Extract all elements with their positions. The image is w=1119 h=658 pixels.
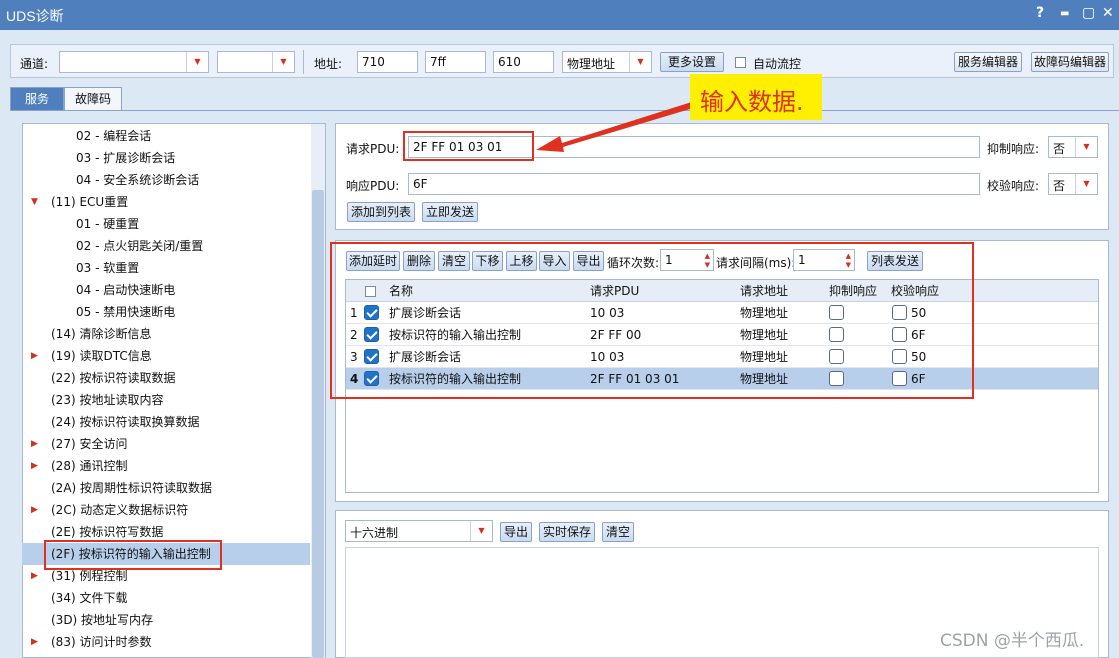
tree-item[interactable]: (24) 按标识符读取换算数据 (51, 411, 199, 433)
realtime-save-button[interactable]: 实时保存 (539, 522, 595, 542)
highlight-box-selected-service (44, 540, 222, 570)
annotation-text: 输入数据. (700, 88, 804, 116)
expand-right-icon[interactable]: ▶ (31, 499, 38, 521)
auto-flow-checkbox[interactable] (735, 57, 746, 68)
tree-item[interactable]: (23) 按地址读取内容 (51, 389, 163, 411)
expand-down-icon[interactable]: ▼ (31, 191, 38, 213)
tree-item[interactable]: 04 - 启动快速断电 (76, 279, 175, 301)
title-bar: UDS诊断 ? ▬ ▢ ✕ (0, 0, 1119, 30)
highlight-box-request-list (330, 242, 974, 399)
tree-item[interactable]: (2C) 动态定义数据标识符 (51, 499, 188, 521)
address-type-select[interactable]: 物理地址 ▼ (562, 51, 652, 73)
response-pdu-label: 响应PDU: (346, 179, 400, 193)
tab-dtc[interactable]: 故障码 (64, 87, 122, 110)
suppress-select[interactable]: 否 ▼ (1048, 136, 1098, 158)
window-title: UDS诊断 (6, 8, 64, 24)
suppress-label: 抑制响应: (987, 142, 1040, 156)
dtc-editor-button[interactable]: 故障码编辑器 (1031, 52, 1109, 72)
tree-item[interactable]: (27) 安全访问 (51, 433, 127, 455)
tree-scroll-thumb[interactable] (312, 190, 324, 658)
tree-item[interactable]: 03 - 软重置 (76, 257, 139, 279)
chevron-down-icon: ▼ (186, 52, 208, 72)
more-settings-button[interactable]: 更多设置 (660, 52, 724, 72)
expand-right-icon[interactable]: ▶ (31, 433, 38, 455)
tree-item[interactable]: (28) 通讯控制 (51, 455, 127, 477)
highlight-box-request-pdu (403, 131, 534, 161)
tree-item[interactable]: (14) 清除诊断信息 (51, 323, 151, 345)
expand-right-icon[interactable]: ▶ (31, 631, 38, 653)
tree-item[interactable]: (11) ECU重置 (51, 191, 128, 213)
chevron-down-icon: ▼ (470, 521, 492, 541)
tree-item[interactable]: 01 - 硬重置 (76, 213, 139, 235)
expand-right-icon[interactable]: ▶ (31, 565, 38, 587)
divider (303, 50, 304, 74)
tree-item[interactable]: (19) 读取DTC信息 (51, 345, 152, 367)
annotation-arrow (536, 100, 700, 152)
tree-item[interactable]: (3D) 按地址写内存 (51, 609, 153, 631)
minimize-button[interactable]: ▬ (1060, 8, 1069, 19)
request-pdu-label: 请求PDU: (346, 142, 400, 156)
close-button[interactable]: ✕ (1102, 5, 1114, 21)
chevron-down-icon: ▼ (272, 52, 294, 72)
verify-select[interactable]: 否 ▼ (1048, 173, 1098, 195)
tree-item[interactable]: (83) 访问计时参数 (51, 631, 151, 653)
verify-label: 校验响应: (987, 179, 1040, 193)
expand-right-icon[interactable]: ▶ (31, 345, 38, 367)
channel2-select[interactable]: ▼ (217, 51, 295, 73)
tree-item[interactable]: 05 - 禁用快速断电 (76, 301, 175, 323)
send-now-button[interactable]: 立即发送 (422, 202, 478, 222)
help-button[interactable]: ? (1036, 5, 1044, 21)
tree-item[interactable]: (34) 文件下载 (51, 587, 127, 609)
channel-select[interactable]: ▼ (59, 51, 209, 73)
chevron-down-icon: ▼ (1075, 174, 1097, 194)
address1-input[interactable]: 710 (357, 51, 418, 73)
watermark: CSDN @半个西瓜. (940, 631, 1085, 651)
chevron-down-icon: ▼ (629, 52, 651, 72)
service-editor-button[interactable]: 服务编辑器 (954, 52, 1022, 72)
tree-item[interactable]: 02 - 点火钥匙关闭/重置 (76, 235, 203, 257)
address-label: 地址: (314, 57, 343, 71)
tree-item[interactable]: 04 - 安全系统诊断会话 (76, 169, 199, 191)
tab-service[interactable]: 服务 (10, 87, 64, 110)
channel-label: 通道: (20, 57, 49, 71)
tree-item[interactable]: 02 - 编程会话 (76, 125, 151, 147)
tree-item[interactable]: (2A) 按周期性标识符读取数据 (51, 477, 212, 499)
address2-input[interactable]: 7ff (425, 51, 486, 73)
expand-right-icon[interactable]: ▶ (31, 455, 38, 477)
log-export-button[interactable]: 导出 (500, 522, 532, 542)
tree-item[interactable]: 03 - 扩展诊断会话 (76, 147, 175, 169)
log-clear-button[interactable]: 清空 (602, 522, 634, 542)
auto-flow-label: 自动流控 (753, 57, 802, 71)
address3-input[interactable]: 610 (493, 51, 554, 73)
response-pdu-input[interactable]: 6F (408, 173, 980, 195)
format-select[interactable]: 十六进制 ▼ (345, 520, 493, 542)
chevron-down-icon: ▼ (1075, 137, 1097, 157)
annotation-note: 输入数据. (690, 74, 822, 120)
maximize-button[interactable]: ▢ (1082, 5, 1095, 21)
add-to-list-button[interactable]: 添加到列表 (347, 202, 415, 222)
tree-item[interactable]: (22) 按标识符读取数据 (51, 367, 175, 389)
